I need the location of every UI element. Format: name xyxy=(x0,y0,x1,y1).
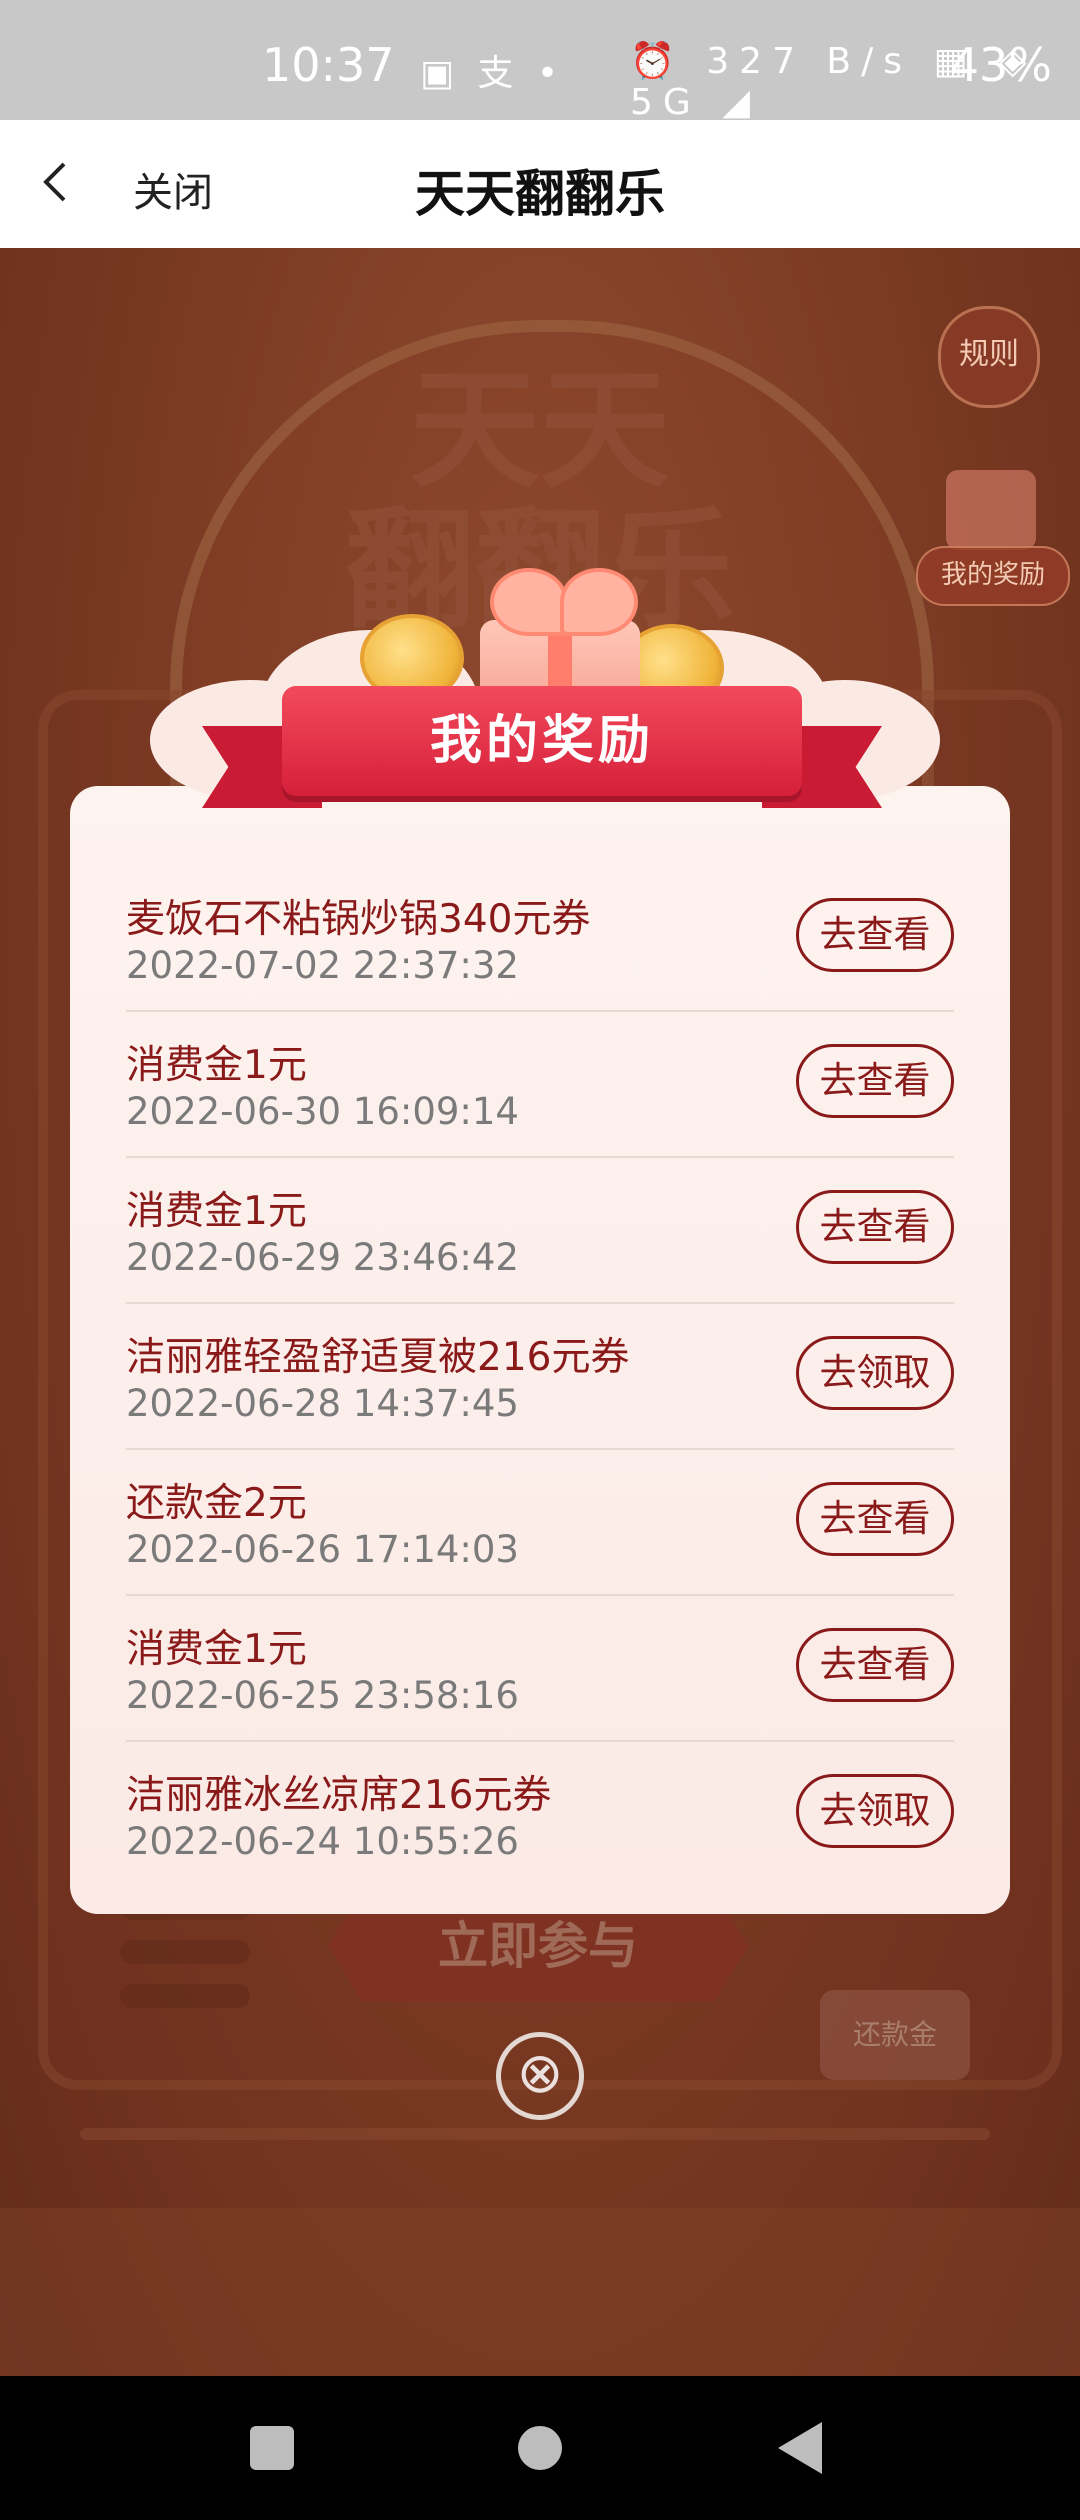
reward-list: 麦饭石不粘锅炒锅340元券 2022-07-02 22:37:32 去查看 消费… xyxy=(70,866,1010,1886)
status-bar: 10:37 ▣ 支 • ⏰ 327 B/s ▦ ◈ 5G ◢ 43% xyxy=(0,0,1080,123)
reward-name: 消费金1元 xyxy=(126,1043,307,1088)
reward-name: 洁丽雅轻盈舒适夏被216元券 xyxy=(126,1335,630,1380)
view-reward-button[interactable]: 去查看 xyxy=(796,1482,954,1556)
reward-name: 洁丽雅冰丝凉席216元券 xyxy=(126,1773,552,1818)
reward-time: 2022-06-26 17:14:03 xyxy=(126,1528,519,1571)
page-title: 天天翻翻乐 xyxy=(415,165,665,223)
view-reward-button[interactable]: 去查看 xyxy=(796,898,954,972)
recent-apps-icon[interactable] xyxy=(250,2426,294,2470)
reward-name: 还款金2元 xyxy=(126,1481,307,1526)
modal-title: 我的奖励 xyxy=(429,711,654,771)
reward-row: 还款金2元 2022-06-26 17:14:03 去查看 xyxy=(126,1450,954,1596)
gift-icon xyxy=(946,470,1036,550)
battery-level: 43% xyxy=(949,38,1052,92)
title-ribbon: 我的奖励 xyxy=(202,686,882,808)
reward-time: 2022-07-02 22:37:32 xyxy=(126,944,519,987)
reward-row: 麦饭石不粘锅炒锅340元券 2022-07-02 22:37:32 去查看 xyxy=(126,866,954,1012)
claim-reward-button[interactable]: 去领取 xyxy=(796,1336,954,1410)
my-rewards-modal: 麦饭石不粘锅炒锅340元券 2022-07-02 22:37:32 去查看 消费… xyxy=(70,786,1010,1914)
rules-button: 规则 xyxy=(938,306,1040,408)
reward-row: 消费金1元 2022-06-29 23:46:42 去查看 xyxy=(126,1158,954,1304)
claim-reward-button[interactable]: 去领取 xyxy=(796,1774,954,1848)
reward-time: 2022-06-25 23:58:16 xyxy=(126,1674,519,1717)
reward-time: 2022-06-30 16:09:14 xyxy=(126,1090,519,1133)
home-icon[interactable] xyxy=(518,2426,562,2470)
modal-header: 我的奖励 xyxy=(110,560,970,850)
reward-time: 2022-06-28 14:37:45 xyxy=(126,1382,519,1425)
back-icon[interactable] xyxy=(778,2422,822,2474)
reward-name: 麦饭石不粘锅炒锅340元券 xyxy=(126,897,591,942)
system-nav-bar xyxy=(0,2376,1080,2520)
reward-name: 消费金1元 xyxy=(126,1189,307,1234)
notification-icons: ▣ 支 • xyxy=(420,53,565,94)
reward-time: 2022-06-24 10:55:26 xyxy=(126,1820,519,1863)
view-reward-button[interactable]: 去查看 xyxy=(796,1628,954,1702)
top-nav-bar: 关闭 天天翻翻乐 xyxy=(0,120,1080,249)
reward-row: 消费金1元 2022-06-30 16:09:14 去查看 xyxy=(126,1012,954,1158)
view-reward-button[interactable]: 去查看 xyxy=(796,1190,954,1264)
reward-row: 洁丽雅冰丝凉席216元券 2022-06-24 10:55:26 去领取 xyxy=(126,1742,954,1886)
view-reward-button[interactable]: 去查看 xyxy=(796,1044,954,1118)
reward-row: 消费金1元 2022-06-25 23:58:16 去查看 xyxy=(126,1596,954,1742)
status-time: 10:37 xyxy=(262,38,395,92)
reward-time: 2022-06-29 23:46:42 xyxy=(126,1236,519,1279)
reward-name: 消费金1元 xyxy=(126,1627,307,1672)
close-modal-icon[interactable]: ⊗ xyxy=(496,2032,584,2120)
reward-row: 洁丽雅轻盈舒适夏被216元券 2022-06-28 14:37:45 去领取 xyxy=(126,1304,954,1450)
